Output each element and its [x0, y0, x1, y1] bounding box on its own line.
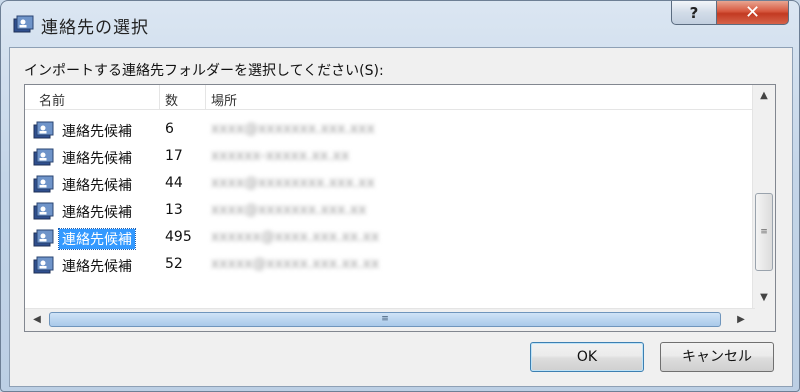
contacts-icon	[33, 147, 55, 167]
contacts-icon	[33, 120, 55, 140]
ok-button[interactable]: OK	[530, 342, 644, 372]
title-bar[interactable]: 連絡先の選択 ? ✕	[1, 1, 799, 47]
close-button[interactable]: ✕	[717, 1, 789, 25]
vertical-scroll-thumb[interactable]: ≡	[755, 193, 773, 271]
column-header-count[interactable]: 数	[165, 90, 178, 109]
row-name: 連絡先候補	[62, 124, 132, 140]
help-button[interactable]: ?	[671, 1, 717, 25]
row-location: xxxxxx@xxxx.xxx.xx.xx	[211, 229, 380, 245]
column-divider[interactable]	[205, 85, 206, 109]
table-row[interactable]: 連絡先候補 17 xxxxxx-xxxxx.xx.xx	[25, 144, 753, 170]
row-name: 連絡先候補	[62, 178, 132, 194]
row-location: xxxxx@xxxxx.xxx.xx.xx	[211, 256, 380, 272]
row-location: xxxx@xxxxxxxx.xxx.xx	[211, 175, 375, 191]
contact-select-dialog: 連絡先の選択 ? ✕ インポートする連絡先フォルダーを選択してください(S): …	[0, 0, 800, 392]
row-count: 17	[165, 148, 183, 164]
row-location: xxxxxx-xxxxx.xx.xx	[211, 148, 350, 164]
contact-folder-list[interactable]: 名前 数 場所 連絡先候補 6 xxxx@xxxxxxx.xxx.xxx 連絡先候補 1…	[24, 84, 776, 332]
row-count: 13	[165, 202, 183, 218]
window-title: 連絡先の選択	[41, 18, 149, 38]
scroll-up-arrow-icon[interactable]: ▲	[753, 87, 775, 105]
row-location: xxxx@xxxxxxx.xxx.xx	[211, 202, 367, 218]
contacts-icon	[33, 228, 55, 248]
list-header: 名前 数 場所	[25, 85, 753, 110]
row-count: 495	[165, 229, 192, 245]
row-name: 連絡先候補	[62, 205, 132, 221]
scroll-left-arrow-icon[interactable]: ◀	[27, 309, 47, 331]
horizontal-scroll-thumb[interactable]: ≡	[49, 312, 721, 327]
column-header-name[interactable]: 名前	[39, 90, 65, 109]
folder-prompt-label: インポートする連絡先フォルダーを選択してください(S):	[24, 63, 384, 79]
row-count: 6	[165, 121, 174, 137]
cancel-button[interactable]: キャンセル	[660, 342, 774, 372]
scroll-corner	[753, 309, 775, 331]
row-count: 52	[165, 256, 183, 272]
horizontal-scrollbar[interactable]: ◀ ≡ ▶	[25, 308, 755, 331]
table-row[interactable]: 連絡先候補 495 xxxxxx@xxxx.xxx.xx.xx	[25, 225, 753, 251]
scroll-down-arrow-icon[interactable]: ▼	[753, 289, 775, 307]
vertical-scrollbar[interactable]: ▲ ≡ ▼	[752, 85, 775, 309]
contacts-icon	[33, 255, 55, 275]
contacts-icon	[33, 174, 55, 194]
scroll-right-arrow-icon[interactable]: ▶	[731, 309, 751, 331]
table-row[interactable]: 連絡先候補 13 xxxx@xxxxxxx.xxx.xx	[25, 198, 753, 224]
caption-buttons: ? ✕	[671, 1, 789, 27]
row-location: xxxx@xxxxxxx.xxx.xxx	[211, 121, 375, 137]
contacts-icon	[13, 15, 34, 33]
table-row[interactable]: 連絡先候補 44 xxxx@xxxxxxxx.xxx.xx	[25, 171, 753, 197]
row-name: 連絡先候補	[58, 228, 136, 250]
column-divider[interactable]	[159, 85, 160, 109]
row-name: 連絡先候補	[62, 151, 132, 167]
column-header-location[interactable]: 場所	[211, 90, 237, 109]
contacts-icon	[33, 201, 55, 221]
table-row[interactable]: 連絡先候補 52 xxxxx@xxxxx.xxx.xx.xx	[25, 252, 753, 278]
dialog-body: インポートする連絡先フォルダーを選択してください(S): 名前 数 場所 連絡先…	[9, 47, 793, 387]
row-count: 44	[165, 175, 183, 191]
table-row[interactable]: 連絡先候補 6 xxxx@xxxxxxx.xxx.xxx	[25, 117, 753, 143]
row-name: 連絡先候補	[62, 259, 132, 275]
